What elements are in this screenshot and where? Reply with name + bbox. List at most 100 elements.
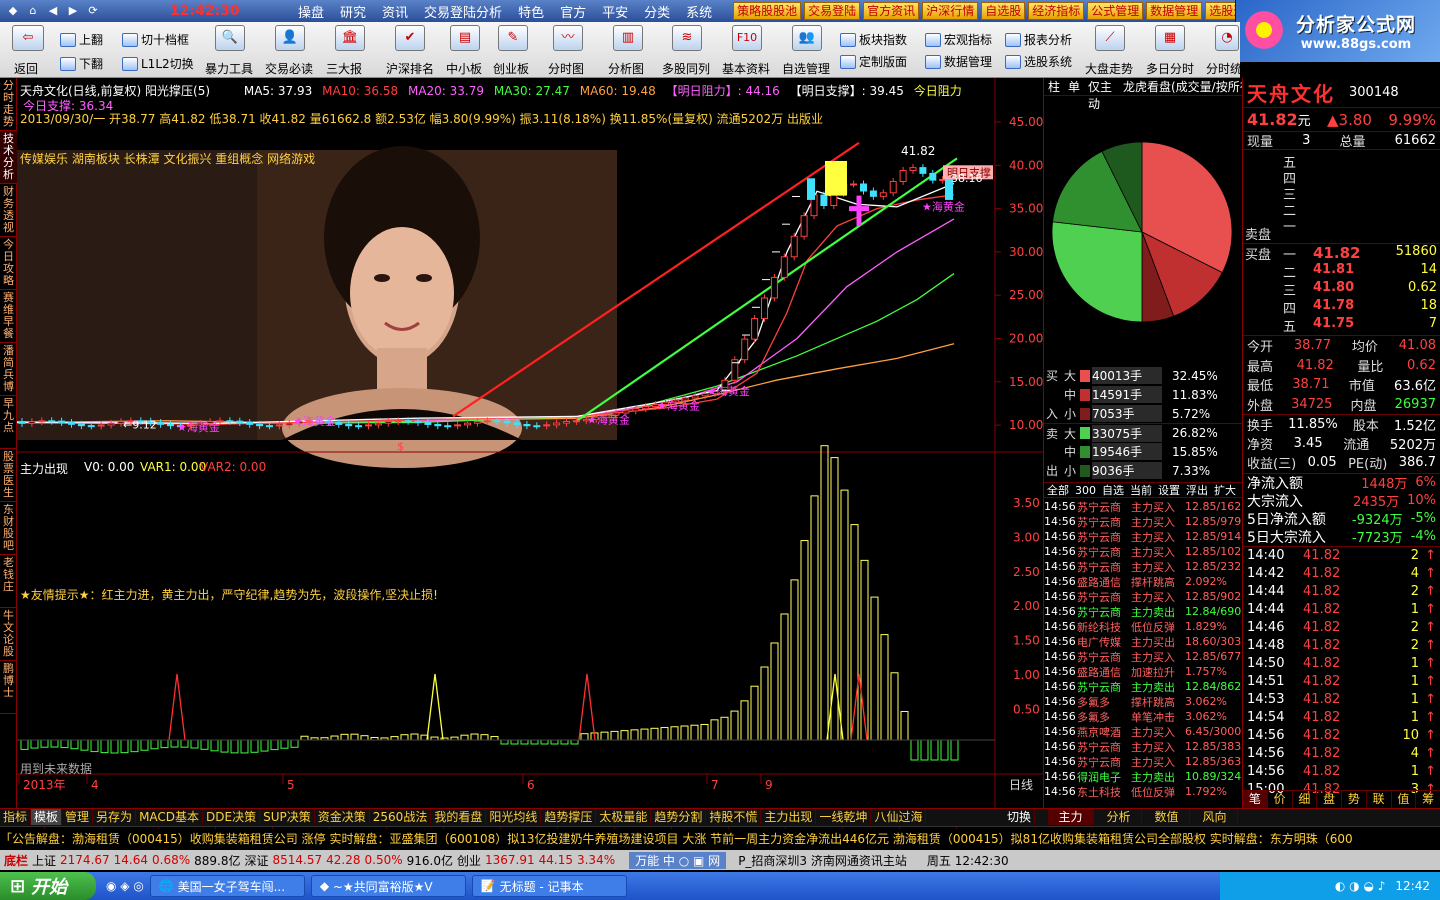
indicator-tab-15[interactable]: 主力出现 (761, 809, 817, 825)
buy-level-row[interactable]: 四 41.78 18 (1283, 298, 1437, 317)
gem-board-icon[interactable]: ✎ (498, 25, 528, 51)
quote-tab-3[interactable]: 盘 (1317, 791, 1342, 808)
indicator-tab-6[interactable]: SUP决策 (260, 809, 315, 825)
trade-row[interactable]: 14:56 苏宁云商 主力卖出 12.84/862 (1044, 679, 1243, 694)
period-unit[interactable]: 日线 (1009, 776, 1033, 793)
stats-button[interactable]: 分时统计 (1206, 60, 1254, 77)
tab-single[interactable]: 单 (1064, 78, 1084, 95)
quote-tab-2[interactable]: 细 (1293, 791, 1318, 808)
macro-index-button[interactable]: 宏观指标 (925, 31, 992, 48)
page-down-button[interactable]: 下翻 (60, 55, 103, 72)
input-method-icons[interactable]: 万能 中 ○ ▣ 网 (629, 851, 727, 869)
indicator-tab-16[interactable]: 一线乾坤 (816, 809, 872, 825)
three-reports-icon[interactable]: 🏛 (335, 25, 365, 51)
refresh-icon[interactable]: ⟳ (86, 4, 100, 18)
small-board-button[interactable]: 中小板 (446, 60, 482, 77)
trade-row[interactable]: 14:56 苏宁云商 主力买入 12.85/102 (1044, 544, 1243, 559)
start-button[interactable]: ⊞ 开始 (0, 872, 96, 900)
quick-button-formula[interactable]: 公式管理 (1087, 2, 1144, 20)
watchlist-manage-icon[interactable]: 👥 (792, 25, 822, 51)
menu-item-pingan[interactable]: 平安 (594, 2, 636, 21)
menu-item-official[interactable]: 官方 (552, 2, 594, 21)
trade-row[interactable]: 14:56 盛路通信 加速拉升 1.757% (1044, 664, 1243, 679)
rail-item-9[interactable]: 老钱庄 (0, 555, 17, 608)
switch-l1l2-button[interactable]: L1L2切换 (122, 55, 194, 72)
trade-filter-0[interactable]: 全部 (1044, 483, 1072, 497)
indicator-tab-12[interactable]: 太极量能 (596, 809, 652, 825)
pie-bottom-tab-2[interactable]: 数值 (1144, 809, 1190, 825)
trade-filter-3[interactable]: 当前 (1127, 483, 1155, 497)
quote-tab-0[interactable]: 笔 (1243, 791, 1268, 808)
pie-bottom-tab-1[interactable]: 分析 (1096, 809, 1142, 825)
page-up-button[interactable]: 上翻 (60, 31, 103, 48)
kline-chart-area[interactable]: 45.00 40.00 35.00 30.00 25.00 20.00 15.00 10.00… (16, 78, 1043, 808)
indicator-tab-4[interactable]: MACD基本 (136, 809, 204, 825)
small-board-icon[interactable]: ▤ (450, 25, 480, 51)
basic-info-button[interactable]: 基本资料 (722, 60, 770, 77)
watchlist-manage-button[interactable]: 自选管理 (782, 60, 830, 77)
set-alert-button[interactable]: 设置预警 (1266, 60, 1314, 77)
rail-item-7[interactable]: 股票医生 (0, 449, 17, 502)
indicator-tab-11[interactable]: 趋势撑压 (541, 809, 597, 825)
trade-row[interactable]: 14:56 苏宁云商 主力买入 12.85/902 (1044, 589, 1243, 604)
task-notepad[interactable]: 📝 无标题 - 记事本 (471, 875, 627, 897)
quote-tab-5[interactable]: 联 (1367, 791, 1392, 808)
indicator-tab-2[interactable]: 管理 (62, 809, 94, 825)
violence-tools-icon[interactable]: 🔍 (215, 25, 245, 51)
menu-item-trade[interactable]: 操盘 (290, 2, 332, 21)
trade-row[interactable]: 14:56 苏宁云商 主力买入 12.85/162 (1044, 499, 1243, 514)
quick-button-econ[interactable]: 经济指标 (1028, 2, 1085, 20)
rail-item-5[interactable]: 潘简兵博 (0, 343, 17, 396)
analysis-chart-button[interactable]: 分析图 (608, 60, 644, 77)
pie-bottom-tab-3[interactable]: 风向 (1192, 809, 1238, 825)
data-manage-button[interactable]: 数据管理 (925, 53, 992, 70)
task-browser[interactable]: 🌐 美国一女子驾车闯... (149, 875, 305, 897)
trade-row[interactable]: 14:56 电广传媒 主力买出 18.60/303 (1044, 634, 1243, 649)
kline-chart[interactable]: 45.00 40.00 35.00 30.00 25.00 20.00 15.00 10.00… (16, 78, 1043, 808)
indicator-tab-14[interactable]: 持股不慌 (706, 809, 762, 825)
indicator-tab-9[interactable]: 我的看盘 (431, 809, 487, 825)
menu-item-research[interactable]: 研究 (332, 2, 374, 21)
menu-item-news[interactable]: 资讯 (374, 2, 416, 21)
rail-item-8[interactable]: 东财股吧 (0, 502, 17, 555)
trade-row[interactable]: 14:56 苏宁云商 主力买入 12.85/232 (1044, 559, 1243, 574)
custom-layout-button[interactable]: 定制版面 (840, 53, 907, 70)
indicator-tab-7[interactable]: 资金决策 (315, 809, 370, 825)
violence-tools-button[interactable]: 暴力工具 (205, 60, 253, 77)
switch-ten-level-button[interactable]: 切十档框 (122, 31, 189, 48)
quicklaunch-icon[interactable]: ◉ ◈ ◎ (106, 879, 144, 893)
indicator-tab-5[interactable]: DDE决策 (203, 809, 261, 825)
back-icon[interactable]: ◀ (46, 4, 60, 18)
rail-item-3[interactable]: 今日攻略 (0, 237, 17, 290)
trade-filter-1[interactable]: 300 (1072, 483, 1099, 497)
rail-item-2[interactable]: 财务透视 (0, 184, 17, 237)
menu-item-category[interactable]: 分类 (636, 2, 678, 21)
rail-item-4[interactable]: 赛维早餐 (0, 290, 17, 343)
ranking-icon[interactable]: ✔ (395, 25, 425, 51)
trade-row[interactable]: 14:56 东土科技 低位反弹 1.792% (1044, 784, 1243, 799)
stock-select-button[interactable]: 选股系统 (1005, 53, 1072, 70)
indicator-tab-13[interactable]: 趋势分割 (651, 809, 707, 825)
indicator-tab-10[interactable]: 阳光均线 (486, 809, 542, 825)
trade-row[interactable]: 14:56 苏宁云商 主力买入 12.85/363 (1044, 754, 1243, 769)
back-button[interactable]: 返回 (14, 60, 38, 77)
indicator-name[interactable]: 阳光撑压(5) (145, 84, 210, 98)
menu-item-system[interactable]: 系统 (678, 2, 720, 21)
quote-tab-6[interactable]: 值 (1392, 791, 1417, 808)
rail-item-0[interactable]: 分时走势 (0, 78, 17, 131)
trade-filter-2[interactable]: 自选 (1099, 483, 1127, 497)
quick-button-trade-login[interactable]: 交易登陆 (804, 2, 861, 20)
indicator-tab-0[interactable]: 指标 (0, 809, 32, 825)
trade-row[interactable]: 14:56 苏宁云商 主力买入 12.85/979 (1044, 514, 1243, 529)
three-reports-button[interactable]: 三大报 (326, 60, 362, 77)
buy-level-row[interactable]: 二 41.81 14 (1283, 262, 1437, 281)
f10-icon[interactable]: F10 (732, 25, 762, 51)
menu-item-special[interactable]: 特色 (510, 2, 552, 21)
quick-button-watchlist[interactable]: 自选股 (981, 2, 1026, 20)
multi-day-button[interactable]: 多日分时 (1146, 60, 1194, 77)
tab-active-only[interactable]: 仅主动 (1084, 78, 1121, 111)
trade-row[interactable]: 14:56 苏宁云商 主力买入 12.85/677 (1044, 649, 1243, 664)
app-icon[interactable]: ◆ (6, 4, 20, 18)
intraday-button[interactable]: 分时图 (548, 60, 584, 77)
buy-level-row[interactable]: 三 41.80 0.62 (1283, 280, 1437, 299)
